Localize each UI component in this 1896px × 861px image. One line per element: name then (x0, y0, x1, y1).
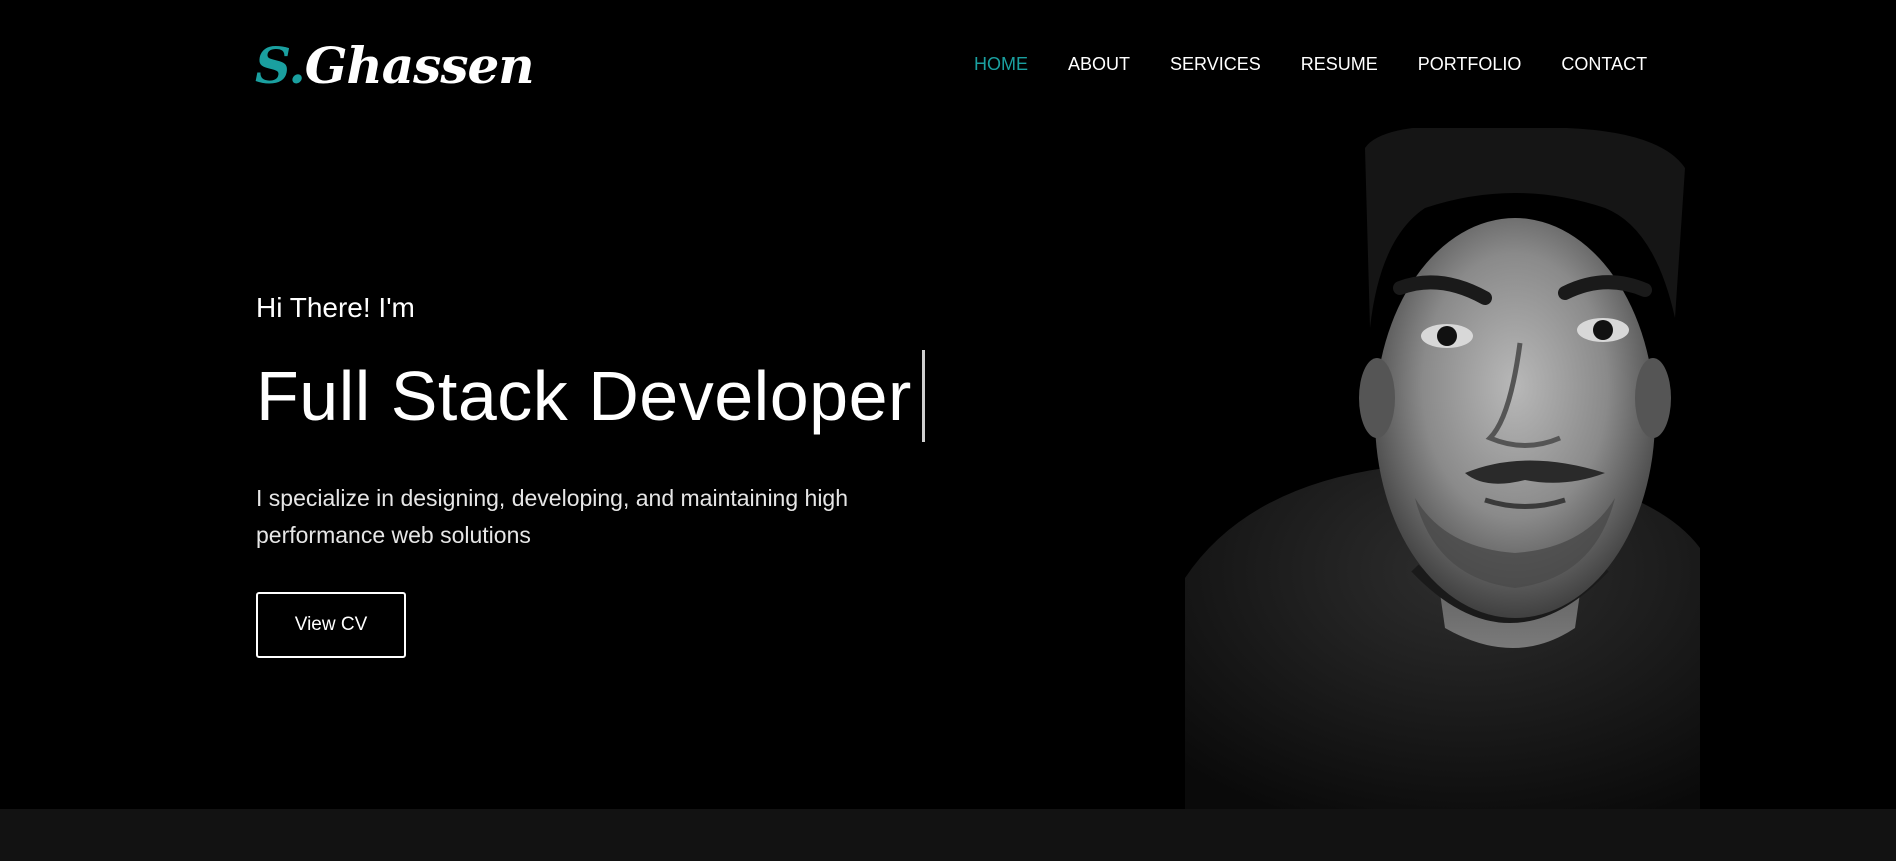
site-logo[interactable]: S.Ghassen (255, 34, 535, 98)
nav-item-contact[interactable]: CONTACT (1561, 52, 1647, 76)
logo-name: Ghassen (304, 36, 535, 95)
view-cv-button[interactable]: View CV (256, 592, 406, 658)
nav-item-services[interactable]: SERVICES (1170, 52, 1261, 76)
hero-headline-row: Full Stack Developer (256, 350, 925, 442)
site-header: S.Ghassen HOME ABOUT SERVICES RESUME POR… (0, 0, 1896, 128)
portfolio-page: S.Ghassen HOME ABOUT SERVICES RESUME POR… (0, 0, 1896, 861)
typing-cursor (921, 350, 925, 442)
profile-photo-illustration (1185, 128, 1700, 809)
main-nav: HOME ABOUT SERVICES RESUME PORTFOLIO CON… (974, 52, 1647, 76)
next-section-strip (0, 809, 1896, 861)
nav-item-resume[interactable]: RESUME (1301, 52, 1378, 76)
nav-item-portfolio[interactable]: PORTFOLIO (1418, 52, 1522, 76)
hero-section: Hi There! I'm Full Stack Developer I spe… (256, 290, 976, 658)
profile-photo (1185, 128, 1700, 809)
nav-item-about[interactable]: ABOUT (1068, 52, 1130, 76)
hero-greeting: Hi There! I'm (256, 292, 415, 323)
hero-description: I specialize in designing, developing, a… (256, 485, 849, 548)
logo-initial: S. (255, 36, 306, 95)
nav-item-home[interactable]: HOME (974, 52, 1028, 76)
hero-headline: Full Stack Developer (256, 357, 912, 435)
